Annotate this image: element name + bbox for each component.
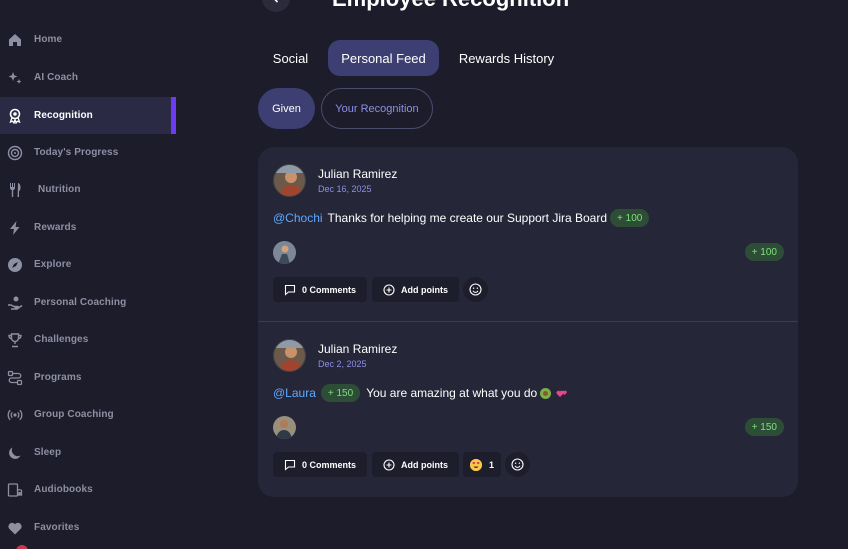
comments-label: 0 Comments xyxy=(302,459,357,470)
add-points-label: Add points xyxy=(401,459,448,470)
tab-personal-feed[interactable]: Personal Feed xyxy=(328,40,439,76)
message-text: You are amazing at what you do xyxy=(366,386,538,400)
target-icon xyxy=(7,145,23,161)
sidebar-item-label: Favorites xyxy=(34,522,80,533)
sidebar-item-audiobooks[interactable]: Audiobooks xyxy=(0,471,176,508)
sidebar-item-label: Recognition xyxy=(34,110,93,121)
heart-icon xyxy=(7,520,23,536)
add-points-button[interactable]: Add points xyxy=(372,277,459,302)
page-title: Employee Recognition xyxy=(332,0,569,12)
add-reaction-button[interactable] xyxy=(463,277,488,302)
tab-rewards-history[interactable]: Rewards History xyxy=(449,40,564,76)
audiobook-icon xyxy=(7,482,23,498)
post-message: @Chochi Thanks for helping me create our… xyxy=(273,209,650,227)
author-name[interactable]: Julian Ramirez xyxy=(318,167,397,181)
reaction-chip[interactable]: 1 xyxy=(463,452,502,477)
add-points-button[interactable]: Add points xyxy=(372,452,459,477)
mention-link[interactable]: @Laura xyxy=(273,386,316,400)
sidebar-item-favorites[interactable]: Favorites xyxy=(0,509,176,546)
moon-icon xyxy=(7,445,23,461)
sidebar-item-sleep[interactable]: Sleep xyxy=(0,434,176,471)
recipient-avatar[interactable] xyxy=(273,416,296,439)
comments-button[interactable]: 0 Comments xyxy=(273,277,368,302)
sidebar-item-group-coaching[interactable]: Group Coaching xyxy=(0,396,176,433)
trophy-icon xyxy=(7,332,23,348)
points-total-badge: + 100 xyxy=(744,243,784,261)
utensils-icon xyxy=(7,182,23,198)
sidebar-item-rewards[interactable]: Rewards xyxy=(0,209,176,246)
sidebar-item-explore[interactable]: Explore xyxy=(0,246,176,283)
author-avatar[interactable] xyxy=(273,164,306,197)
author-avatar[interactable] xyxy=(273,339,306,372)
sidebar-item-programs[interactable]: Programs xyxy=(0,359,176,396)
avocado-emoji-icon xyxy=(540,387,552,399)
sidebar-item-personal-coaching[interactable]: Personal Coaching xyxy=(0,284,176,321)
filter-your-recognition[interactable]: Your Recognition xyxy=(321,88,433,129)
route-icon xyxy=(7,370,23,386)
comment-icon xyxy=(284,459,296,471)
post-message: @Laura + 150 You are amazing at what you… xyxy=(273,384,568,402)
award-icon xyxy=(7,108,23,124)
recognition-feed: Julian Ramirez Dec 16, 2025 @Chochi Than… xyxy=(258,147,798,497)
sidebar-item-label: AI Coach xyxy=(34,72,79,83)
sparkle-icon xyxy=(7,70,23,86)
sidebar-item-label: Personal Coaching xyxy=(34,297,127,308)
points-badge: + 150 xyxy=(320,384,361,402)
sidebar-item-challenges[interactable]: Challenges xyxy=(0,321,176,358)
sidebar-item-label: Home xyxy=(34,34,63,45)
broadcast-icon xyxy=(7,407,23,423)
back-button[interactable] xyxy=(262,0,290,12)
bolt-icon xyxy=(7,220,23,236)
sidebar-item-nutrition[interactable]: Nutrition xyxy=(0,171,176,208)
sidebar-item-label: Audiobooks xyxy=(34,484,93,495)
mention-link[interactable]: @Chochi xyxy=(273,211,323,225)
sidebar-item-label: Explore xyxy=(34,259,72,270)
plus-circle-icon xyxy=(383,283,395,296)
sidebar-item-ai-coach[interactable]: AI Coach xyxy=(0,59,176,96)
sidebar-item-label: Today's Progress xyxy=(34,147,119,158)
compass-icon xyxy=(7,257,23,273)
smile-icon xyxy=(469,283,482,296)
sidebar: Home AI Coach Recognition Today's Progre… xyxy=(0,0,176,549)
comments-button[interactable]: 0 Comments xyxy=(273,452,368,477)
points-badge: + 100 xyxy=(610,209,650,227)
comments-label: 0 Comments xyxy=(302,284,357,295)
post-date: Dec 16, 2025 xyxy=(318,184,372,194)
post-date: Dec 2, 2025 xyxy=(318,359,367,369)
sidebar-item-recognition[interactable]: Recognition xyxy=(0,97,176,134)
sidebar-item-home[interactable]: Home xyxy=(0,21,176,58)
heart-eyes-emoji-icon xyxy=(470,458,482,471)
recipient-avatar[interactable] xyxy=(273,241,296,264)
sidebar-item-label: Group Coaching xyxy=(34,409,114,420)
filter-given[interactable]: Given xyxy=(258,88,315,129)
hearts-emoji-icon xyxy=(556,388,568,399)
sidebar-item-label: Rewards xyxy=(34,222,77,233)
tab-social[interactable]: Social xyxy=(262,40,319,76)
points-total-badge: + 150 xyxy=(744,418,784,436)
message-text: Thanks for helping me create our Support… xyxy=(327,211,608,225)
sidebar-item-label: Nutrition xyxy=(38,184,81,195)
smile-icon xyxy=(511,458,524,471)
sidebar-item-label: Programs xyxy=(34,372,82,383)
sidebar-item-label: Sleep xyxy=(34,447,62,458)
post-divider xyxy=(258,321,798,322)
sidebar-item-label: Challenges xyxy=(34,334,89,345)
author-name[interactable]: Julian Ramirez xyxy=(318,342,397,356)
hand-heart-icon xyxy=(7,295,23,311)
plus-circle-icon xyxy=(383,458,395,471)
chevron-left-icon xyxy=(274,0,279,3)
reaction-count: 1 xyxy=(489,459,495,470)
sidebar-item-todays-progress[interactable]: Today's Progress xyxy=(0,134,176,171)
home-icon xyxy=(7,32,23,48)
add-points-label: Add points xyxy=(401,284,448,295)
add-reaction-button[interactable] xyxy=(505,452,530,477)
comment-icon xyxy=(284,284,296,296)
app-root: Home AI Coach Recognition Today's Progre… xyxy=(0,0,848,549)
